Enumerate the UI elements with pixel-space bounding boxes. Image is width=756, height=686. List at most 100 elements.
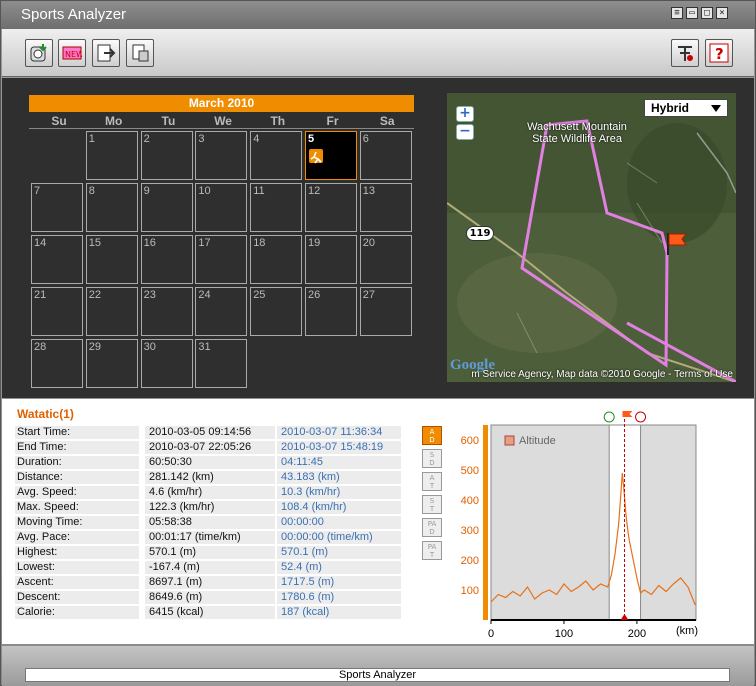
zoom-in-button[interactable]: + (456, 106, 474, 122)
route-shield: 119 (466, 226, 494, 241)
stat-total-value: 6415 (kcal) (145, 606, 275, 619)
chart-mode-button[interactable]: AD (422, 426, 442, 445)
calendar-day[interactable]: 23 (140, 287, 193, 336)
weekday-label: Fr (326, 114, 339, 128)
calendar-day[interactable]: 24 (195, 287, 248, 336)
day-number: 3 (198, 133, 205, 145)
calendar-day[interactable]: 7 (31, 183, 83, 232)
calendar-day[interactable]: 14 (31, 235, 83, 284)
calendar-day[interactable]: 22 (85, 287, 138, 336)
calendar-day[interactable]: 17 (195, 235, 248, 284)
map-type-select[interactable]: Hybrid (644, 99, 728, 117)
calendar-day[interactable]: 4 (250, 131, 303, 180)
day-number: 9 (143, 185, 150, 197)
chart-mode-button[interactable]: PA D (422, 518, 442, 537)
calendar-day[interactable]: 27 (359, 287, 412, 336)
calendar-day[interactable]: 13 (359, 183, 412, 232)
chart-mode-button[interactable]: PA T (422, 541, 442, 560)
day-number: 21 (34, 289, 47, 301)
trash-icon (132, 44, 149, 62)
calendar-day[interactable]: 30 (140, 339, 193, 388)
month-header[interactable]: March 2010 (29, 95, 414, 112)
calendar-day[interactable]: 31 (195, 339, 248, 388)
calendar-day[interactable]: 10 (195, 183, 248, 232)
menu-icon[interactable]: ≡ (671, 7, 683, 19)
calendar-day[interactable]: 5 (305, 131, 357, 180)
stat-label: Lowest: (15, 561, 139, 574)
x-axis-label: (km) (676, 625, 698, 637)
restore-icon[interactable]: ▭ (686, 7, 698, 19)
maximize-icon[interactable]: □ (701, 7, 713, 19)
day-number: 31 (198, 341, 211, 353)
calendar-day[interactable]: 16 (140, 235, 193, 284)
svg-text:?: ? (715, 45, 724, 63)
chart-mode-button[interactable]: SD (422, 449, 442, 468)
calendar-day[interactable]: 18 (250, 235, 303, 284)
stat-label: Ascent: (15, 576, 139, 589)
stat-total-value: 05:58:38 (145, 516, 275, 529)
close-icon[interactable]: × (716, 7, 728, 19)
calendar-day[interactable]: 11 (250, 183, 303, 232)
y-tick-label: 300 (461, 525, 479, 537)
stat-row: Avg. Speed: 4.6 (km/hr) 10.3 (km/hr) (15, 486, 405, 500)
x-tick-label: 200 (628, 628, 646, 640)
mode-bottom: T (429, 505, 435, 513)
mode-bottom: D (429, 459, 435, 467)
calendar-day[interactable]: 6 (359, 131, 412, 180)
stat-row: Lowest: -167.4 (m) 52.4 (m) (15, 561, 405, 575)
day-number: 1 (88, 133, 95, 145)
help-button[interactable]: ? (705, 39, 733, 67)
help-icon: ? (709, 43, 729, 63)
settings-button[interactable] (671, 39, 699, 67)
weekday-label: Tu (161, 114, 176, 128)
import-device-button[interactable] (25, 39, 53, 67)
mode-bottom: D (429, 528, 435, 536)
stat-selection-value: 43.183 (km) (277, 471, 401, 484)
chart-mode-button[interactable]: AT (422, 472, 442, 491)
y-axis-bar (483, 425, 488, 620)
export-button[interactable] (92, 39, 120, 67)
device-download-icon (30, 44, 47, 62)
stat-row: Moving Time: 05:58:38 00:00:00 (15, 516, 405, 530)
calendar-day[interactable]: 20 (359, 235, 412, 284)
activity-icon[interactable] (309, 149, 323, 164)
calendar-day[interactable]: 25 (250, 287, 303, 336)
export-icon (97, 44, 116, 62)
day-number: 29 (88, 341, 102, 353)
new-icon: NEW (62, 46, 82, 60)
delete-button[interactable] (126, 39, 154, 67)
stat-selection-value: 52.4 (m) (277, 561, 401, 574)
calendar-day[interactable]: 29 (85, 339, 138, 388)
calendar-day[interactable]: 3 (195, 131, 248, 180)
calendar-day[interactable]: 15 (85, 235, 138, 284)
day-number: 23 (143, 289, 156, 301)
zoom-out-button[interactable]: − (456, 124, 474, 140)
altitude-chart[interactable]: 100 200 300 400 500 600 0 100 200 (km) Altitude (449, 405, 701, 641)
calendar-day[interactable]: 2 (140, 131, 193, 180)
mode-top: PA (427, 520, 437, 528)
day-number: 30 (143, 341, 156, 353)
calendar-day[interactable]: 26 (305, 287, 357, 336)
chart-mode-button[interactable]: ST (422, 495, 442, 514)
calendar-day[interactable]: 1 (85, 131, 138, 180)
stat-selection-value: 1717.5 (m) (277, 576, 401, 589)
calendar-day[interactable]: 28 (31, 339, 83, 388)
calendar-day[interactable]: 9 (140, 183, 193, 232)
app-window: Sports Analyzer ≡ ▭ □ × NEW ? March 2010… (0, 0, 756, 686)
map-view[interactable]: + − Hybrid Wachusett Mountain State Wild… (447, 93, 736, 382)
mode-bottom: T (429, 551, 435, 559)
weekday-label: We (214, 114, 232, 128)
calendar-day[interactable]: 12 (305, 183, 357, 232)
day-number: 8 (88, 185, 95, 197)
new-button[interactable]: NEW (58, 39, 86, 67)
stat-label: Avg. Pace: (15, 531, 139, 544)
map-attribution[interactable]: m Service Agency, Map data ©2010 Google … (447, 369, 736, 380)
stat-row: Calorie: 6415 (kcal) 187 (kcal) (15, 606, 405, 620)
mode-top: PA (427, 543, 437, 551)
calendar-day[interactable]: 19 (305, 235, 357, 284)
stat-selection-value: 04:11:45 (277, 456, 401, 469)
day-number: 5 (308, 133, 315, 145)
calendar-day[interactable]: 8 (85, 183, 138, 232)
stat-row: Start Time: 2010-03-05 09:14:56 2010-03-07… (15, 426, 405, 440)
calendar-day[interactable]: 21 (31, 287, 83, 336)
